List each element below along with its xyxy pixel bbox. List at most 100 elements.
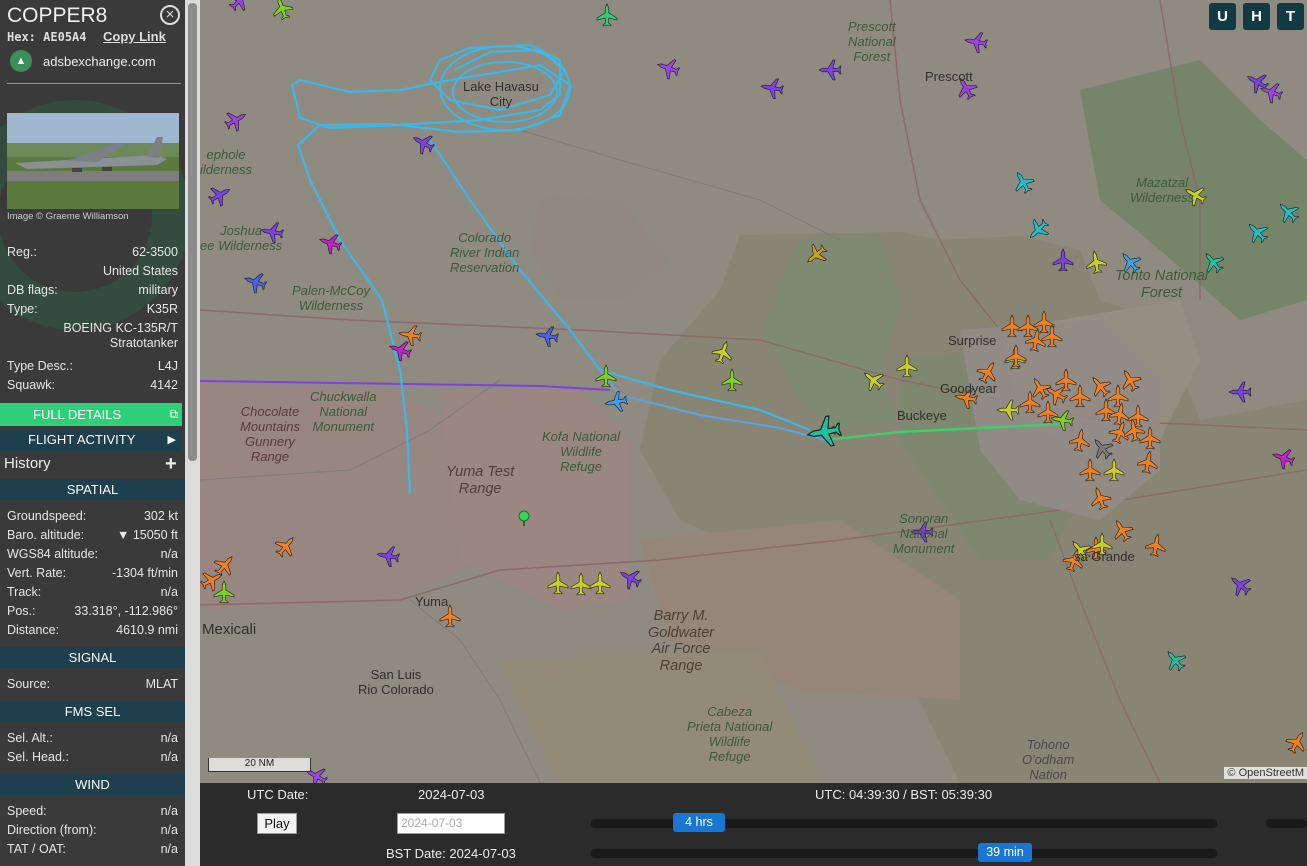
aircraft-icon[interactable] <box>1273 197 1303 227</box>
replay-timeline: UTC Date: 2024-07-03 UTC: 04:39:30 / BST… <box>200 783 1307 866</box>
aircraft-icon[interactable] <box>1055 368 1077 392</box>
copy-link-button[interactable]: Copy Link <box>103 29 166 44</box>
map-label-joshua: Joshua ee Wilderness <box>200 223 283 253</box>
minutes-slider-thumb[interactable]: 39 min <box>978 843 1032 862</box>
aircraft-icon[interactable] <box>1068 427 1092 452</box>
minutes-slider[interactable] <box>591 849 1217 858</box>
aircraft-photo[interactable] <box>7 113 179 209</box>
aircraft-icon[interactable] <box>596 3 618 27</box>
hours-slider-thumb[interactable]: 4 hrs <box>673 813 725 832</box>
spatial-section-header[interactable]: SPATIAL <box>0 479 185 500</box>
aircraft-icon[interactable] <box>1009 167 1037 196</box>
aircraft-icon[interactable] <box>996 399 1020 421</box>
aircraft-icon[interactable] <box>210 550 239 580</box>
aircraft-icon[interactable] <box>1136 449 1160 474</box>
aircraft-icon[interactable] <box>1283 727 1307 756</box>
aircraft-icon[interactable] <box>316 230 344 256</box>
full-details-button[interactable]: FULL DETAILS ⧉ <box>0 403 182 426</box>
aircraft-icon[interactable] <box>710 338 736 366</box>
aircraft-icon[interactable] <box>595 364 617 388</box>
map-label-san-luis: San Luis Rio Colorado <box>358 667 434 697</box>
map-button-t[interactable]: T <box>1277 3 1304 30</box>
history-expand-icon[interactable]: + <box>165 453 177 476</box>
aircraft-icon[interactable] <box>213 580 235 604</box>
map-attribution[interactable]: © OpenStreetM <box>1224 767 1307 779</box>
aircraft-icon[interactable] <box>241 269 269 295</box>
aircraft-icon[interactable] <box>1225 570 1255 599</box>
external-link-icon: ⧉ <box>169 407 178 421</box>
aircraft-icon[interactable] <box>1269 445 1297 471</box>
aircraft-icon[interactable] <box>818 59 842 81</box>
aircraft-icon[interactable] <box>375 544 400 568</box>
map-label-casa-grande: sa Grande <box>1074 549 1135 564</box>
map-label-mazatzal: Mazatzal Wilderness <box>1130 175 1195 205</box>
aircraft-icon[interactable] <box>1087 433 1116 463</box>
aircraft-icon[interactable] <box>271 531 300 561</box>
sidebar-scrollbar[interactable] <box>185 0 200 866</box>
aircraft-info-panel: COPPER8 × Hex: AE05A4 Copy Link ▲ adsbex… <box>0 0 185 866</box>
aircraft-icon[interactable] <box>1139 426 1161 450</box>
aircraft-icon[interactable] <box>397 323 422 347</box>
utc-date-value: 2024-07-03 <box>418 787 485 802</box>
map-button-u[interactable]: U <box>1209 3 1236 30</box>
map-label-chemehuevi: ephole ilderness <box>200 147 253 177</box>
aircraft-icon[interactable] <box>615 564 644 592</box>
selected-aircraft-icon[interactable] <box>805 414 843 449</box>
aircraft-icon[interactable] <box>1052 248 1074 272</box>
aircraft-icon[interactable] <box>225 0 255 15</box>
aircraft-icon[interactable] <box>1160 645 1189 675</box>
utc-date-label: UTC Date: <box>247 787 309 802</box>
aircraft-icon[interactable] <box>896 354 918 378</box>
aircraft-icon[interactable] <box>1103 458 1125 482</box>
map-label-colorado: Colorado River Indian Reservation <box>450 230 520 275</box>
map-button-h[interactable]: H <box>1243 3 1270 30</box>
date-input[interactable]: 2024-07-03 <box>397 813 505 834</box>
aircraft-icon[interactable] <box>603 390 628 414</box>
aircraft-icon[interactable] <box>759 76 784 100</box>
aircraft-icon[interactable] <box>269 0 295 22</box>
aircraft-icon[interactable] <box>1005 344 1027 368</box>
aircraft-icon[interactable] <box>1095 398 1117 422</box>
aircraft-icon[interactable] <box>1087 484 1113 512</box>
aircraft-icon[interactable] <box>858 365 888 394</box>
play-button[interactable]: Play <box>257 813 297 834</box>
aircraft-icon[interactable] <box>1085 371 1114 401</box>
aircraft-icon[interactable] <box>1084 249 1108 274</box>
history-label: History <box>4 455 51 472</box>
flight-activity-button[interactable]: FLIGHT ACTIVITY ▶ <box>0 429 182 451</box>
aircraft-icon[interactable] <box>589 571 611 595</box>
aircraft-icon[interactable] <box>1079 458 1101 482</box>
map-label-prescott: Prescott <box>925 69 973 84</box>
aircraft-icon[interactable] <box>1001 314 1023 338</box>
fms-section-header[interactable]: FMS SEL <box>0 701 185 722</box>
aircraft-icon[interactable] <box>1144 532 1168 557</box>
close-icon[interactable]: × <box>160 5 180 25</box>
source-site-link[interactable]: ▲ adsbexchange.com <box>10 50 156 72</box>
aircraft-icon[interactable] <box>547 571 569 595</box>
map-label-goodyear: Goodyear <box>940 381 998 396</box>
aircraft-icon[interactable] <box>205 181 234 209</box>
aircraft-icon[interactable] <box>1242 217 1272 247</box>
aircraft-icon[interactable] <box>570 572 592 596</box>
map-label-lake-havasu: Lake Havasu City <box>463 79 539 109</box>
aircraft-icon[interactable] <box>1023 215 1053 245</box>
aircraft-icon[interactable] <box>221 106 250 134</box>
aircraft-icon[interactable] <box>1069 384 1091 408</box>
aircraft-icon[interactable] <box>534 324 559 348</box>
adsbexchange-logo-icon: ▲ <box>10 50 32 72</box>
signal-section-header[interactable]: SIGNAL <box>0 647 185 668</box>
secondary-slider[interactable] <box>1266 819 1307 828</box>
aircraft-icon[interactable] <box>801 240 831 269</box>
map-view[interactable]: Prescott National Forest Prescott Lake Hav… <box>200 0 1307 783</box>
scrollbar-thumb[interactable] <box>188 3 197 461</box>
aircraft-icon[interactable] <box>654 55 682 81</box>
aircraft-icon[interactable] <box>721 368 743 392</box>
wind-section-header[interactable]: WIND <box>0 774 185 795</box>
aircraft-icon[interactable] <box>1228 381 1252 403</box>
aircraft-icon[interactable] <box>408 129 437 157</box>
utc-time: UTC: 04:39:30 / BST: 05:39:30 <box>815 787 993 802</box>
map-label-palen: Palen-McCoy Wilderness <box>292 283 371 313</box>
aircraft-icon[interactable] <box>1108 515 1136 544</box>
map-label-prescott-nf: Prescott National Forest <box>848 19 896 64</box>
aircraft-icon[interactable] <box>963 30 988 54</box>
